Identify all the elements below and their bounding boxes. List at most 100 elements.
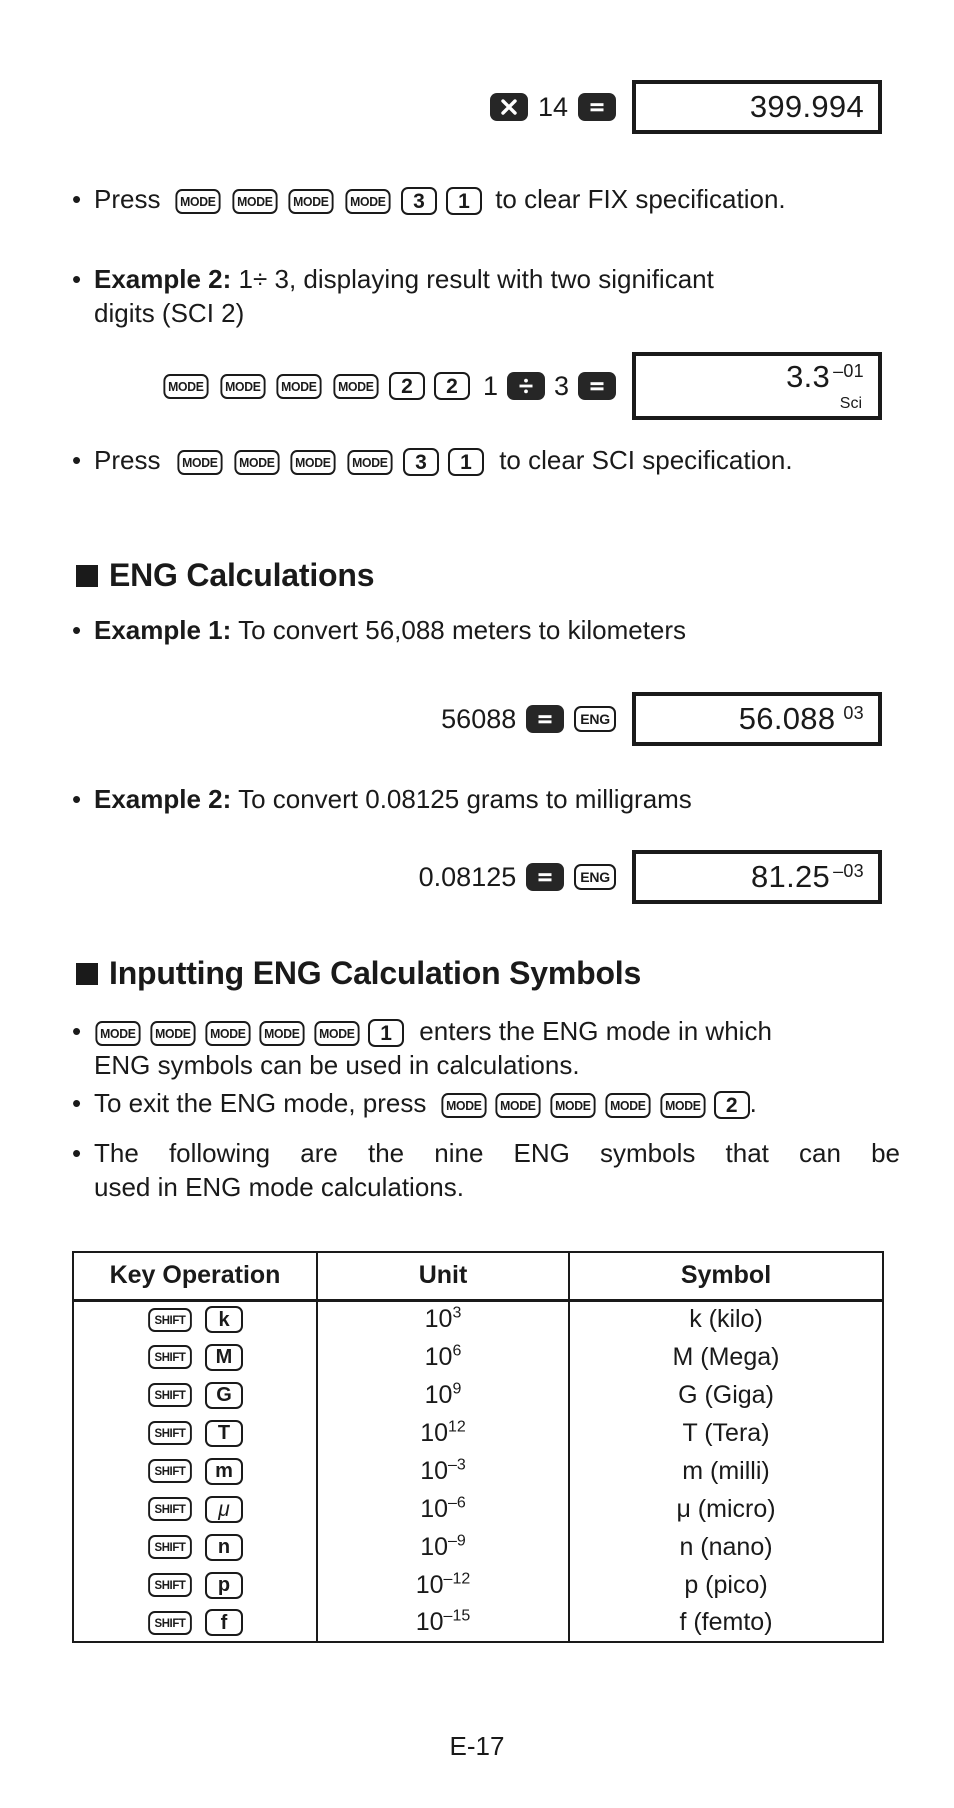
equals-key-icon[interactable] xyxy=(526,705,565,733)
mode-key[interactable]: MODE xyxy=(276,373,322,399)
bullet-marker: • xyxy=(72,445,82,475)
unit-cell: 1012 xyxy=(316,1414,570,1452)
unit-cell: 10–12 xyxy=(316,1566,570,1604)
symbol-cell: M (Mega) xyxy=(568,1338,884,1376)
unit-key[interactable]: f xyxy=(205,1609,243,1636)
mode-key[interactable]: MODE xyxy=(150,1020,196,1046)
table-row: SHIFT p 10–12 p (pico) xyxy=(72,1566,884,1604)
mode-key[interactable]: MODE xyxy=(175,188,221,214)
unit-exponent: –15 xyxy=(443,1607,471,1625)
number-key-2[interactable]: 2 xyxy=(388,372,425,400)
table-row: SHIFT k 103 k (kilo) xyxy=(72,1300,884,1338)
table-row: SHIFT T 1012 T (Tera) xyxy=(72,1414,884,1452)
page-footer: E-17 xyxy=(0,1731,954,1762)
mode-key[interactable]: MODE xyxy=(231,188,277,214)
multiply-key-icon[interactable] xyxy=(489,93,528,121)
mode-key[interactable]: MODE xyxy=(605,1092,651,1118)
sci-example-display-value: 3.3 xyxy=(786,359,831,394)
key-operation-cell: SHIFT μ xyxy=(72,1490,318,1528)
sci-example-text-part2: 3, displaying result with two significan… xyxy=(274,264,714,294)
column-header-key-operation: Key Operation xyxy=(72,1251,318,1302)
eng-example1-key-sequence: 56088 ENG xyxy=(441,704,616,735)
equals-key-icon[interactable] xyxy=(578,372,616,400)
eng-key[interactable]: ENG xyxy=(574,864,616,890)
number-key-1[interactable]: 1 xyxy=(447,448,484,477)
mode-key[interactable]: MODE xyxy=(205,1020,251,1046)
eng-example2-operand: 0.08125 xyxy=(418,861,517,892)
press-label: Press xyxy=(94,445,161,475)
unit-key[interactable]: T xyxy=(205,1419,243,1447)
sci-example-bullet: • Example 2: 1÷ 3, displaying result wit… xyxy=(72,262,894,331)
symbol-cell: m (milli) xyxy=(568,1452,884,1490)
table-row: SHIFT n 10–9 n (nano) xyxy=(72,1528,884,1566)
mode-key[interactable]: MODE xyxy=(314,1020,360,1046)
bullet-marker: • xyxy=(72,1016,82,1046)
inputting-symbols-bullet-1: • MODE MODE MODE MODE MODE 1 enters the … xyxy=(72,1014,894,1083)
number-key-2[interactable]: 2 xyxy=(433,372,470,400)
eng-example1-description: To convert 56,088 meters to kilometers xyxy=(238,615,687,645)
mode-key[interactable]: MODE xyxy=(660,1092,706,1118)
sci-example-operand-2: 3 xyxy=(553,370,569,401)
eng-key[interactable]: ENG xyxy=(574,706,616,732)
mode-key[interactable]: MODE xyxy=(95,1020,141,1046)
fix-example-display-value: 399.994 xyxy=(749,88,864,124)
number-key-1[interactable]: 1 xyxy=(368,1019,405,1048)
number-key-3[interactable]: 3 xyxy=(402,448,439,477)
mode-key[interactable]: MODE xyxy=(345,188,391,214)
shift-key[interactable]: SHIFT xyxy=(148,1421,192,1445)
unit-cell: 10–6 xyxy=(316,1490,570,1528)
unit-key[interactable]: G xyxy=(205,1381,243,1409)
shift-key[interactable]: SHIFT xyxy=(148,1345,192,1369)
bullet-marker: • xyxy=(72,784,82,814)
unit-key[interactable]: m xyxy=(205,1457,243,1485)
unit-key[interactable]: M xyxy=(205,1343,243,1371)
mode-key[interactable]: MODE xyxy=(288,188,334,214)
mode-key[interactable]: MODE xyxy=(495,1092,541,1118)
shift-key[interactable]: SHIFT xyxy=(148,1383,192,1407)
number-key-3[interactable]: 3 xyxy=(400,187,437,216)
shift-key[interactable]: SHIFT xyxy=(148,1610,192,1635)
mode-key[interactable]: MODE xyxy=(219,373,265,399)
eng-example1-operand: 56088 xyxy=(441,703,517,734)
mode-key[interactable]: MODE xyxy=(233,449,279,475)
shift-key[interactable]: SHIFT xyxy=(148,1535,192,1559)
enter-eng-mode-text-line2: ENG symbols can be used in calculations. xyxy=(94,1050,580,1081)
heading-square-icon xyxy=(76,564,98,587)
mode-key[interactable]: MODE xyxy=(550,1092,596,1118)
mode-key[interactable]: MODE xyxy=(290,449,336,475)
mode-key[interactable]: MODE xyxy=(441,1092,486,1118)
eng-example2-display: 81.25 –03 xyxy=(632,850,882,904)
inputting-symbols-heading-label: Inputting ENG Calculation Symbols xyxy=(109,955,642,991)
inputting-symbols-bullet-2-text: To exit the ENG mode, press MODE MODE MO… xyxy=(94,1086,914,1120)
fix-example-key-sequence: 14 xyxy=(489,92,616,123)
eng-example2-bullet: • Example 2: To convert 0.08125 grams to… xyxy=(72,782,894,816)
number-key-1[interactable]: 1 xyxy=(445,187,482,216)
mode-key[interactable]: MODE xyxy=(259,1020,305,1046)
key-operation-cell: SHIFT n xyxy=(72,1528,318,1566)
unit-exponent: –12 xyxy=(443,1570,471,1588)
table-header-row: Key Operation Unit Symbol xyxy=(72,1251,884,1302)
shift-key[interactable]: SHIFT xyxy=(148,1573,192,1597)
shift-key[interactable]: SHIFT xyxy=(148,1497,192,1521)
shift-key[interactable]: SHIFT xyxy=(148,1459,192,1483)
key-operation-cell: SHIFT m xyxy=(72,1452,318,1490)
equals-key-icon[interactable] xyxy=(526,863,565,891)
unit-key[interactable]: p xyxy=(205,1571,243,1599)
eng-example1-display-value: 56.088 xyxy=(738,700,836,736)
exit-eng-mode-text: To exit the ENG mode, press xyxy=(94,1088,427,1118)
shift-key[interactable]: SHIFT xyxy=(148,1307,192,1332)
table-body: SHIFT k 103 k (kilo) SHIFT M 106 M (Mega) … xyxy=(72,1300,884,1643)
divide-key-icon[interactable] xyxy=(506,372,545,400)
unit-key[interactable]: μ xyxy=(205,1495,243,1523)
unit-key[interactable]: k xyxy=(205,1306,243,1334)
eng-example2-description: To convert 0.08125 grams to milligrams xyxy=(238,784,692,814)
mode-key[interactable]: MODE xyxy=(177,449,223,475)
equals-key-icon[interactable] xyxy=(578,93,616,121)
number-key-2[interactable]: 2 xyxy=(713,1091,750,1120)
mode-key[interactable]: MODE xyxy=(163,373,209,399)
mode-key[interactable]: MODE xyxy=(347,449,393,475)
eng-calculations-heading: ENG Calculations xyxy=(76,557,375,594)
bullet-marker: • xyxy=(72,1088,82,1118)
mode-key[interactable]: MODE xyxy=(333,373,379,399)
unit-key[interactable]: n xyxy=(205,1533,243,1561)
